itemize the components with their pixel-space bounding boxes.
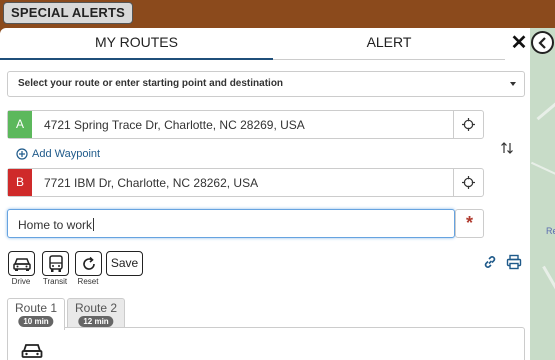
destination-field[interactable]: B 7721 IBM Dr, Charlotte, NC 28262, USA [7, 168, 484, 197]
route-details [7, 327, 525, 360]
reset-label: Reset [77, 277, 99, 286]
route-tab-name: Route 2 [74, 301, 118, 315]
car-icon [21, 344, 43, 358]
top-bar: SPECIAL ALERTS [0, 0, 555, 28]
destination-badge: B [8, 169, 32, 196]
reset-button[interactable] [75, 251, 102, 276]
chevron-left-icon [537, 36, 546, 49]
collapse-panel-button[interactable] [531, 31, 554, 54]
start-badge: A [8, 111, 32, 138]
start-locate-button[interactable] [453, 111, 483, 138]
close-icon[interactable]: ✕ [510, 33, 528, 53]
add-waypoint-button[interactable]: Add Waypoint [16, 147, 100, 161]
tab-alert[interactable]: ALERT [273, 28, 505, 60]
transit-button[interactable] [42, 251, 69, 276]
route-tab-1[interactable]: Route 1 10 min [7, 298, 65, 330]
car-icon [12, 257, 31, 271]
save-button[interactable]: Save [106, 251, 143, 276]
start-address[interactable]: 4721 Spring Trace Dr, Charlotte, NC 2826… [44, 118, 305, 132]
destination-address[interactable]: 7721 IBM Dr, Charlotte, NC 28262, USA [44, 176, 258, 190]
crosshair-icon [462, 118, 475, 131]
asterisk-icon: * [465, 213, 473, 233]
bus-icon [48, 254, 63, 272]
drive-button[interactable] [8, 251, 35, 276]
special-alerts-button[interactable]: SPECIAL ALERTS [3, 2, 134, 24]
drive-label: Drive [11, 277, 31, 286]
destination-locate-button[interactable] [453, 169, 483, 196]
caret-down-icon [510, 82, 516, 86]
start-location-field[interactable]: A 4721 Spring Trace Dr, Charlotte, NC 28… [7, 110, 484, 139]
print-icon[interactable] [506, 254, 522, 270]
tab-my-routes[interactable]: MY ROUTES [0, 28, 273, 60]
route-tab-2[interactable]: Route 2 12 min [67, 298, 125, 328]
routes-panel: MY ROUTES ALERT ✕ Select your route or e… [0, 28, 530, 360]
swap-icon[interactable] [500, 141, 514, 155]
add-waypoint-label: Add Waypoint [32, 148, 101, 160]
crosshair-icon [462, 176, 475, 189]
reset-icon [82, 256, 95, 270]
map-label: Re [546, 226, 555, 236]
route-name-value: Home to work [18, 218, 95, 232]
transit-label: Transit [42, 277, 68, 286]
map-background[interactable]: Re [530, 28, 555, 360]
favorite-star-button[interactable]: * [455, 209, 484, 238]
route-select-dropdown[interactable]: Select your route or enter starting poin… [7, 71, 525, 97]
route-select-label: Select your route or enter starting poin… [18, 78, 284, 89]
route-time-badge: 12 min [78, 316, 114, 327]
route-tab-name: Route 1 [14, 301, 58, 315]
panel-tabs: MY ROUTES ALERT ✕ [0, 28, 530, 60]
link-icon[interactable] [482, 254, 498, 270]
route-name-input[interactable]: Home to work [7, 209, 455, 238]
plus-circle-icon [16, 148, 28, 160]
route-time-badge: 10 min [18, 316, 54, 327]
